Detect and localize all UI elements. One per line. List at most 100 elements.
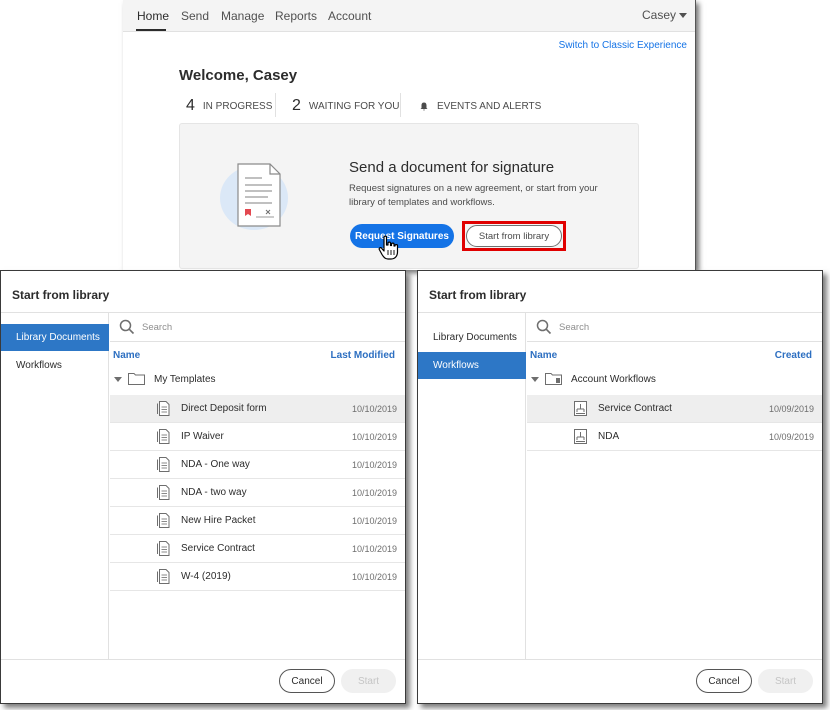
- item-name: Direct Deposit form: [181, 403, 267, 414]
- nav-send[interactable]: Send: [181, 9, 209, 23]
- list-item[interactable]: Service Contract 10/09/2019: [527, 395, 822, 423]
- item-name: NDA - two way: [181, 487, 247, 498]
- document-template-icon: [157, 569, 170, 584]
- dialog-footer: Cancel Start: [1, 659, 405, 703]
- item-date: 10/10/2019: [351, 460, 397, 470]
- document-template-icon: [157, 513, 170, 528]
- top-nav: Home Send Manage Reports Account Casey: [123, 0, 695, 32]
- column-header-last-modified[interactable]: Last Modified: [331, 350, 395, 361]
- divider: [275, 93, 276, 117]
- app-window: Home Send Manage Reports Account Casey S…: [123, 0, 696, 270]
- item-name: Service Contract: [181, 543, 255, 554]
- stat-label: IN PROGRESS: [202, 100, 273, 112]
- welcome-heading: Welcome, Casey: [179, 67, 298, 84]
- item-date: 10/09/2019: [768, 404, 814, 414]
- list-item[interactable]: Service Contract 10/10/2019: [110, 535, 405, 563]
- document-template-icon: [157, 457, 170, 472]
- nav-home[interactable]: Home: [137, 9, 169, 23]
- stat-events[interactable]: EVENTS AND ALERTS: [420, 94, 541, 118]
- cancel-button[interactable]: Cancel: [279, 669, 335, 693]
- item-date: 10/10/2019: [351, 432, 397, 442]
- document-template-icon: [157, 485, 170, 500]
- document-template-icon: [157, 541, 170, 556]
- document-template-icon: [157, 429, 170, 444]
- dialog-sidebar: Library Documents Workflows: [418, 313, 526, 659]
- nav-active-indicator: [136, 29, 166, 31]
- dialog-sidebar: Library Documents Workflows: [1, 313, 109, 659]
- start-button[interactable]: Start: [341, 669, 396, 693]
- dialog-title: Start from library: [429, 288, 527, 302]
- search-input[interactable]: [557, 319, 797, 336]
- folder-name: My Templates: [154, 373, 216, 385]
- list-item[interactable]: New Hire Packet 10/10/2019: [110, 507, 405, 535]
- start-from-library-button[interactable]: Start from library: [466, 225, 562, 247]
- dialog-main: Name Last Modified My Templates Direct D…: [110, 313, 405, 659]
- send-card: Send a document for signature Request si…: [179, 123, 639, 269]
- dialog-footer: Cancel Start: [418, 659, 822, 703]
- sidebar-item-workflows[interactable]: Workflows: [418, 352, 526, 379]
- request-signatures-button[interactable]: Request Signatures: [350, 224, 454, 248]
- list-item[interactable]: IP Waiver 10/10/2019: [110, 423, 405, 451]
- folder-row[interactable]: My Templates: [110, 366, 405, 392]
- list-item[interactable]: Direct Deposit form 10/10/2019: [110, 395, 405, 423]
- stat-in-progress[interactable]: 4 IN PROGRESS: [186, 94, 272, 118]
- chevron-down-icon: [679, 13, 687, 19]
- expand-triangle-icon[interactable]: [531, 376, 539, 382]
- item-name: Service Contract: [598, 403, 672, 414]
- list-item[interactable]: W-4 (2019) 10/10/2019: [110, 563, 405, 591]
- workflow-icon: [574, 401, 587, 416]
- bell-icon: [420, 102, 428, 111]
- item-date: 10/10/2019: [351, 572, 397, 582]
- search-bar: [110, 313, 405, 342]
- folder-name: Account Workflows: [571, 373, 656, 385]
- item-name: NDA - One way: [181, 459, 250, 470]
- start-from-library-dialog-workflows: Start from library Library Documents Wor…: [417, 270, 823, 704]
- nav-reports[interactable]: Reports: [275, 9, 317, 23]
- stat-count: 4: [186, 97, 195, 114]
- list-item[interactable]: NDA 10/09/2019: [527, 423, 822, 451]
- send-card-title: Send a document for signature: [349, 159, 555, 176]
- workflow-icon: [574, 429, 587, 444]
- send-card-description: Request signatures on a new agreement, o…: [349, 183, 598, 208]
- item-name: NDA: [598, 431, 620, 442]
- user-name: Casey: [641, 8, 676, 22]
- stat-label: EVENTS AND ALERTS: [437, 100, 542, 112]
- column-header-created[interactable]: Created: [775, 350, 812, 361]
- search-bar: [527, 313, 822, 342]
- dialog-title: Start from library: [12, 288, 110, 302]
- start-button[interactable]: Start: [758, 669, 813, 693]
- folder-row[interactable]: Account Workflows: [527, 366, 822, 392]
- search-icon: [119, 319, 135, 335]
- cancel-button[interactable]: Cancel: [696, 669, 752, 693]
- list-item[interactable]: NDA - two way 10/10/2019: [110, 479, 405, 507]
- sidebar-item-workflows[interactable]: Workflows: [1, 352, 109, 379]
- sidebar-item-library-documents[interactable]: Library Documents: [418, 324, 526, 351]
- column-header-name[interactable]: Name: [113, 350, 140, 361]
- document-illustration-icon: [220, 163, 288, 230]
- item-date: 10/10/2019: [351, 488, 397, 498]
- classic-experience-link[interactable]: Switch to Classic Experience: [559, 40, 687, 51]
- item-date: 10/09/2019: [768, 432, 814, 442]
- item-date: 10/10/2019: [351, 544, 397, 554]
- nav-account[interactable]: Account: [328, 9, 371, 23]
- column-header-name[interactable]: Name: [530, 350, 557, 361]
- folder-icon: [128, 373, 145, 385]
- document-template-icon: [157, 401, 170, 416]
- search-input[interactable]: [140, 319, 380, 336]
- nav-manage[interactable]: Manage: [221, 9, 264, 23]
- stat-count: 2: [292, 97, 301, 114]
- item-name: W-4 (2019): [181, 571, 231, 582]
- expand-triangle-icon[interactable]: [114, 376, 122, 382]
- divider: [400, 93, 401, 117]
- hand-cursor-icon: [378, 235, 399, 260]
- list-item[interactable]: NDA - One way 10/10/2019: [110, 451, 405, 479]
- sidebar-item-library-documents[interactable]: Library Documents: [1, 324, 109, 351]
- stat-label: WAITING FOR YOU: [308, 100, 400, 112]
- item-date: 10/10/2019: [351, 516, 397, 526]
- workflow-folder-icon: [545, 373, 562, 385]
- user-menu[interactable]: Casey: [642, 8, 687, 22]
- search-icon: [536, 319, 552, 335]
- item-date: 10/10/2019: [351, 404, 397, 414]
- item-name: New Hire Packet: [181, 515, 256, 526]
- stat-waiting[interactable]: 2 WAITING FOR YOU: [292, 94, 399, 118]
